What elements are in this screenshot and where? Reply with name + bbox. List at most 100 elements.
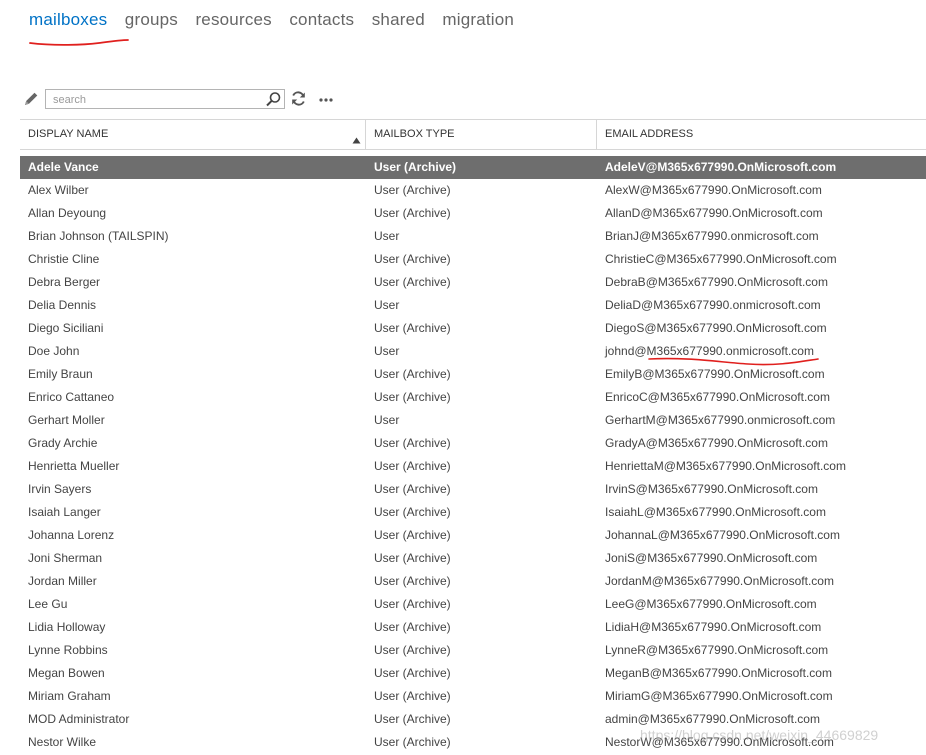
table-row[interactable]: Joni Sherman User (Archive) JoniS@M365x677… [20, 547, 926, 570]
cell-mailbox-type: User (Archive) [374, 574, 451, 588]
table-row[interactable]: Johanna Lorenz User (Archive) JohannaL@M36… [20, 524, 926, 547]
cell-display-name: Irvin Sayers [28, 482, 92, 496]
cell-email-address: LynneR@M365x677990.OnMicrosoft.com [605, 643, 829, 657]
cell-display-name: Grady Archie [28, 436, 98, 450]
cell-mailbox-type: User (Archive) [374, 689, 451, 703]
table-row[interactable]: Allan Deyoung User (Archive) AllanD@M365x6… [20, 202, 926, 225]
tab-groups[interactable]: groups [125, 10, 178, 30]
annotation-underline [648, 357, 819, 366]
cell-display-name: Enrico Cattaneo [28, 390, 115, 404]
table-row[interactable]: Delia Dennis User DeliaD@M365x677990.onmic… [20, 294, 926, 317]
cell-display-name: MOD Administrator [28, 712, 130, 726]
cell-email-address: EnricoC@M365x677990.OnMicrosoft.com [605, 390, 830, 404]
column-header-display-name[interactable]: DISPLAY NAME [28, 120, 363, 149]
tab-shared[interactable]: shared [372, 10, 425, 30]
cell-mailbox-type: User (Archive) [374, 735, 451, 749]
tab-migration[interactable]: migration [442, 10, 514, 30]
search-input[interactable] [46, 91, 263, 109]
cell-mailbox-type: User (Archive) [374, 643, 451, 657]
cell-email-address: ChristieC@M365x677990.OnMicrosoft.com [605, 252, 837, 266]
cell-email-address: IrvinS@M365x677990.OnMicrosoft.com [605, 482, 818, 496]
cell-email-address: DeliaD@M365x677990.onmicrosoft.com [605, 298, 821, 312]
cell-display-name: Lynne Robbins [28, 643, 108, 657]
table-row[interactable]: Brian Johnson (TAILSPIN) User BrianJ@M365x… [20, 225, 926, 248]
refresh-icon[interactable] [290, 90, 307, 112]
cell-mailbox-type: User (Archive) [374, 183, 451, 197]
cell-email-address: LeeG@M365x677990.OnMicrosoft.com [605, 597, 817, 611]
pencil-icon[interactable] [22, 90, 40, 113]
table-row[interactable]: Alex Wilber User (Archive) AlexW@M365x6779… [20, 179, 926, 202]
column-header-mailbox-type[interactable]: MAILBOX TYPE [374, 120, 594, 149]
table-row[interactable]: Lee Gu User (Archive) LeeG@M365x677990.OnM… [20, 593, 926, 616]
more-icon[interactable] [318, 91, 336, 112]
table-row[interactable]: Lynne Robbins User (Archive) LynneR@M365x6… [20, 639, 926, 662]
cell-display-name: Gerhart Moller [28, 413, 105, 427]
cell-display-name: Allan Deyoung [28, 206, 107, 220]
cell-display-name: Debra Berger [28, 275, 101, 289]
cell-email-address: AlexW@M365x677990.OnMicrosoft.com [605, 183, 822, 197]
annotation-underline [29, 39, 129, 46]
cell-mailbox-type: User (Archive) [374, 390, 451, 404]
table-row[interactable]: Debra Berger User (Archive) DebraB@M365x67… [20, 271, 926, 294]
cell-mailbox-type: User (Archive) [374, 551, 451, 565]
cell-mailbox-type: User (Archive) [374, 252, 451, 266]
table-row[interactable]: Miriam Graham User (Archive) MiriamG@M365x… [20, 685, 926, 708]
cell-display-name: Christie Cline [28, 252, 100, 266]
table-row[interactable]: Henrietta Mueller User (Archive) Henrietta… [20, 455, 926, 478]
cell-mailbox-type: User [374, 229, 400, 243]
table-row[interactable]: Gerhart Moller User GerhartM@M365x677990.o… [20, 409, 926, 432]
cell-display-name: Joni Sherman [28, 551, 103, 565]
cell-mailbox-type: User (Archive) [374, 482, 451, 496]
tab-contacts[interactable]: contacts [289, 10, 354, 30]
search-icon[interactable] [265, 91, 282, 113]
cell-mailbox-type: User (Archive) [374, 528, 451, 542]
cell-mailbox-type: User (Archive) [374, 597, 451, 611]
table-row[interactable]: Christie Cline User (Archive) ChristieC@M3… [20, 248, 926, 271]
cell-mailbox-type: User [374, 344, 400, 358]
cell-mailbox-type: User (Archive) [374, 367, 451, 381]
table-row[interactable]: Isaiah Langer User (Archive) IsaiahL@M365x… [20, 501, 926, 524]
cell-email-address: AdeleV@M365x677990.OnMicrosoft.com [605, 160, 837, 174]
cell-mailbox-type: User (Archive) [374, 666, 451, 680]
cell-mailbox-type: User (Archive) [374, 505, 451, 519]
table-row[interactable]: Diego Siciliani User (Archive) DiegoS@M365… [20, 317, 926, 340]
toolbar [22, 89, 342, 111]
column-divider [365, 120, 366, 149]
cell-display-name: Megan Bowen [28, 666, 105, 680]
grid-rows: Adele Vance User (Archive) AdeleV@M365x677… [20, 156, 926, 754]
cell-email-address: IsaiahL@M365x677990.OnMicrosoft.com [605, 505, 826, 519]
cell-email-address: JohannaL@M365x677990.OnMicrosoft.com [605, 528, 840, 542]
table-row[interactable]: Megan Bowen User (Archive) MeganB@M365x677… [20, 662, 926, 685]
cell-mailbox-type: User (Archive) [374, 206, 451, 220]
tab-resources[interactable]: resources [195, 10, 271, 30]
cell-display-name: Nestor Wilke [28, 735, 97, 749]
search-box [45, 89, 285, 109]
sort-ascending-icon [352, 131, 361, 149]
cell-email-address: JoniS@M365x677990.OnMicrosoft.com [605, 551, 818, 565]
table-row[interactable]: Lidia Holloway User (Archive) LidiaH@M365x… [20, 616, 926, 639]
grid-header: DISPLAY NAME MAILBOX TYPE EMAIL ADDRESS [20, 119, 926, 150]
cell-display-name: Lidia Holloway [28, 620, 106, 634]
cell-display-name: Jordan Miller [28, 574, 97, 588]
cell-display-name: Lee Gu [28, 597, 68, 611]
cell-mailbox-type: User [374, 413, 400, 427]
nav-tabs: mailboxes groups resources contacts shar… [29, 10, 527, 36]
watermark: https://blog.csdn.net/weixin_44669829 [640, 727, 879, 743]
table-row[interactable]: Irvin Sayers User (Archive) IrvinS@M365x67… [20, 478, 926, 501]
cell-display-name: Emily Braun [28, 367, 93, 381]
table-row[interactable]: Grady Archie User (Archive) GradyA@M365x67… [20, 432, 926, 455]
cell-display-name: Diego Siciliani [28, 321, 104, 335]
cell-mailbox-type: User (Archive) [374, 436, 451, 450]
column-header-email-address[interactable]: EMAIL ADDRESS [605, 120, 905, 149]
tab-mailboxes[interactable]: mailboxes [29, 10, 107, 30]
cell-mailbox-type: User (Archive) [374, 275, 451, 289]
cell-email-address: HenriettaM@M365x677990.OnMicrosoft.com [605, 459, 846, 473]
cell-email-address: GerhartM@M365x677990.onmicrosoft.com [605, 413, 836, 427]
cell-email-address: LidiaH@M365x677990.OnMicrosoft.com [605, 620, 822, 634]
cell-email-address: DiegoS@M365x677990.OnMicrosoft.com [605, 321, 827, 335]
table-row[interactable]: Enrico Cattaneo User (Archive) EnricoC@M36… [20, 386, 926, 409]
cell-email-address: MiriamG@M365x677990.OnMicrosoft.com [605, 689, 833, 703]
cell-email-address: DebraB@M365x677990.OnMicrosoft.com [605, 275, 828, 289]
table-row[interactable]: Adele Vance User (Archive) AdeleV@M365x677… [20, 156, 926, 179]
table-row[interactable]: Jordan Miller User (Archive) JordanM@M365x… [20, 570, 926, 593]
